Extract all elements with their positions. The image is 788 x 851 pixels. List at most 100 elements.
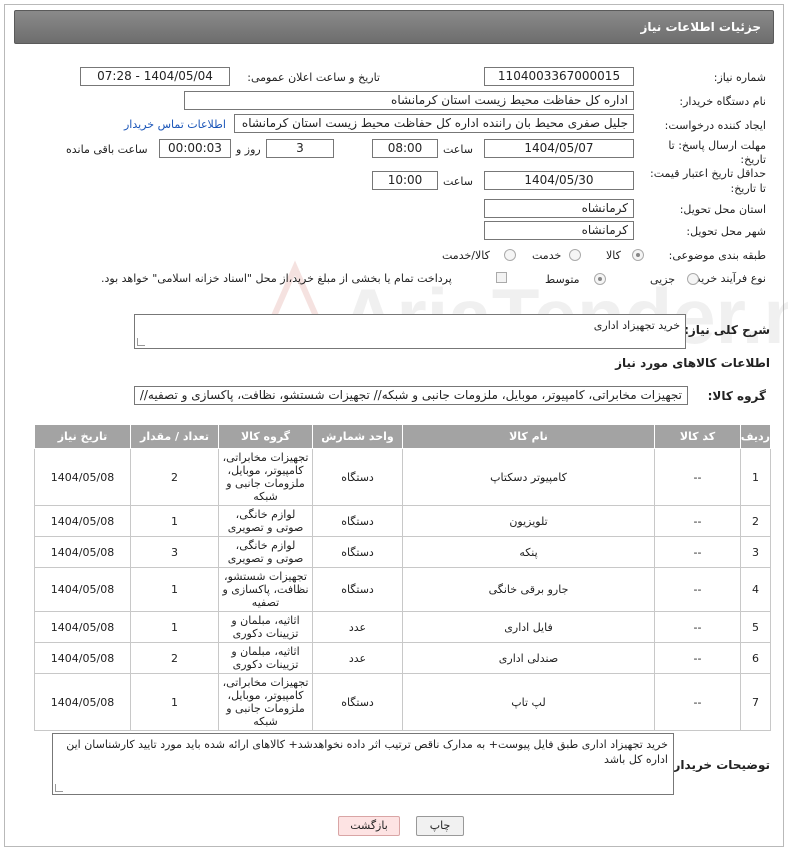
cell-date: 1404/05/08 bbox=[34, 448, 131, 506]
buyer-contact-link[interactable]: اطلاعات تماس خریدار bbox=[124, 118, 226, 131]
cell-group: لوازم خانگی، صوتی و تصویری bbox=[218, 536, 313, 568]
table-row: 6 -- صندلی اداری عدد اثاثیه، مبلمان و تز… bbox=[34, 642, 771, 674]
cell-row-num: 6 bbox=[740, 642, 771, 674]
buyer-notes-text: خرید تجهیزاد اداری طبق فایل پیوست+ به مد… bbox=[66, 738, 668, 766]
category-radio-goods[interactable] bbox=[632, 249, 644, 261]
creator-label: ایجاد کننده درخواست: bbox=[664, 119, 766, 132]
city-field: کرمانشاه bbox=[484, 221, 634, 240]
cell-unit: دستگاه bbox=[312, 567, 403, 612]
buyer-org-label: نام دستگاه خریدار: bbox=[679, 95, 766, 108]
cell-qty: 1 bbox=[130, 611, 219, 643]
category-option-both: کالا/خدمت bbox=[442, 249, 490, 262]
validity-time-field: 10:00 bbox=[372, 171, 438, 190]
col-header-group: گروه کالا bbox=[218, 424, 313, 449]
group-line: کامپیوتر، موبایل، bbox=[227, 464, 304, 477]
deadline-label-2: تاریخ: bbox=[740, 153, 766, 166]
cell-unit: عدد bbox=[312, 642, 403, 674]
cell-unit: دستگاه bbox=[312, 536, 403, 568]
cell-date: 1404/05/08 bbox=[34, 505, 131, 537]
cell-row-num: 4 bbox=[740, 567, 771, 612]
cell-row-num: 3 bbox=[740, 536, 771, 568]
process-radio-minor[interactable] bbox=[687, 273, 699, 285]
cell-code: -- bbox=[654, 673, 741, 731]
buyer-notes-label: توضیحات خریدار: bbox=[668, 758, 770, 772]
summary-text: خرید تجهیزاد اداری bbox=[593, 319, 680, 332]
group-line: شبکه bbox=[253, 490, 278, 503]
cell-qty: 1 bbox=[130, 673, 219, 731]
cell-date: 1404/05/08 bbox=[34, 673, 131, 731]
print-button[interactable]: چاپ bbox=[416, 816, 464, 836]
resize-grip-icon bbox=[137, 338, 145, 346]
process-label: نوع فرآیند خرید : bbox=[688, 272, 766, 285]
announce-field: 1404/05/04 - 07:28 bbox=[80, 67, 230, 86]
group-line: ملزومات جانبی و bbox=[226, 702, 305, 715]
validity-date-field: 1404/05/30 bbox=[484, 171, 634, 190]
treasury-payment-checkbox[interactable] bbox=[496, 272, 507, 283]
cell-qty: 2 bbox=[130, 448, 219, 506]
group-line: شبکه bbox=[253, 715, 278, 728]
need-number-field: 1104003367000015 bbox=[484, 67, 634, 86]
page-title: جزئیات اطلاعات نیاز bbox=[640, 20, 761, 34]
treasury-payment-note: پرداخت تمام یا بخشی از مبلغ خرید،از محل … bbox=[101, 272, 452, 285]
group-line: تصفیه bbox=[251, 596, 280, 609]
col-header-row-num: ردیف bbox=[740, 424, 771, 449]
table-row: 1 -- کامپیوتر دسکتاپ دستگاه تجهیزات مخاب… bbox=[34, 448, 771, 506]
summary-label: شرح کلی نیاز: bbox=[684, 323, 770, 337]
col-header-code: کد کالا bbox=[654, 424, 741, 449]
city-label: شهر محل تحویل: bbox=[686, 225, 766, 238]
announce-label: تاریخ و ساعت اعلان عمومی: bbox=[247, 71, 380, 84]
group-line: لوازم خانگی، bbox=[235, 539, 296, 552]
cell-name: فایل اداری bbox=[402, 611, 655, 643]
col-header-unit: واحد شمارش bbox=[312, 424, 403, 449]
category-label: طبقه بندی موضوعی: bbox=[668, 249, 766, 262]
group-line: ملزومات جانبی و bbox=[226, 477, 305, 490]
group-line: تجهیزات مخابراتی، bbox=[222, 676, 309, 689]
deadline-date-field: 1404/05/07 bbox=[484, 139, 634, 158]
back-button[interactable]: بازگشت bbox=[338, 816, 400, 836]
cell-code: -- bbox=[654, 642, 741, 674]
cell-qty: 2 bbox=[130, 642, 219, 674]
remaining-time-field: 00:00:03 bbox=[159, 139, 231, 158]
table-row: 5 -- فایل اداری عدد اثاثیه، مبلمان و تزی… bbox=[34, 611, 771, 643]
category-option-goods: کالا bbox=[606, 249, 621, 262]
need-number-label: شماره نیاز: bbox=[713, 71, 766, 84]
group-line: تجهیزات شستشو، bbox=[224, 570, 307, 583]
cell-name: پنکه bbox=[402, 536, 655, 568]
cell-row-num: 1 bbox=[740, 448, 771, 506]
cell-name: تلویزیون bbox=[402, 505, 655, 537]
cell-row-num: 2 bbox=[740, 505, 771, 537]
cell-unit: دستگاه bbox=[312, 505, 403, 537]
goods-section-title: اطلاعات کالاهای مورد نیاز bbox=[615, 356, 770, 370]
validity-label: حداقل تاریخ اعتبار قیمت: bbox=[650, 167, 766, 180]
province-label: استان محل تحویل: bbox=[679, 203, 766, 216]
cell-date: 1404/05/08 bbox=[34, 642, 131, 674]
category-radio-both[interactable] bbox=[504, 249, 516, 261]
cell-group: لوازم خانگی، صوتی و تصویری bbox=[218, 505, 313, 537]
process-option-minor: جزیی bbox=[650, 273, 676, 286]
table-row: 3 -- پنکه دستگاه لوازم خانگی، صوتی و تصو… bbox=[34, 536, 771, 568]
province-field: کرمانشاه bbox=[484, 199, 634, 218]
process-radio-medium[interactable] bbox=[594, 273, 606, 285]
cell-name: کامپیوتر دسکتاپ bbox=[402, 448, 655, 506]
cell-name: صندلی اداری bbox=[402, 642, 655, 674]
group-line: نظافت، پاکسازی و bbox=[222, 583, 309, 596]
cell-row-num: 7 bbox=[740, 673, 771, 731]
table-row: 4 -- جارو برقی خانگی دستگاه تجهیزات شستش… bbox=[34, 567, 771, 612]
cell-group: تجهیزات شستشو، نظافت، پاکسازی و تصفیه bbox=[218, 567, 313, 612]
buyer-org-field: اداره کل حفاظت محیط زیست استان کرمانشاه bbox=[184, 91, 634, 110]
summary-field: خرید تجهیزاد اداری bbox=[134, 314, 686, 349]
cell-qty: 3 bbox=[130, 536, 219, 568]
table-header-row: ردیف کد کالا نام کالا واحد شمارش گروه کا… bbox=[34, 424, 771, 449]
group-line: اثاثیه، مبلمان و bbox=[231, 614, 300, 627]
group-line: تزیینات دکوری bbox=[232, 627, 299, 640]
days-label: روز و bbox=[236, 143, 261, 156]
cell-name: لپ تاپ bbox=[402, 673, 655, 731]
deadline-label: مهلت ارسال پاسخ: تا bbox=[668, 139, 766, 152]
group-line: لوازم خانگی، bbox=[235, 508, 296, 521]
table-row: 2 -- تلویزیون دستگاه لوازم خانگی، صوتی و… bbox=[34, 505, 771, 537]
cell-code: -- bbox=[654, 505, 741, 537]
resize-grip-icon bbox=[55, 784, 63, 792]
col-header-name: نام کالا bbox=[402, 424, 655, 449]
group-line: تجهیزات مخابراتی، bbox=[222, 451, 309, 464]
category-radio-service[interactable] bbox=[569, 249, 581, 261]
